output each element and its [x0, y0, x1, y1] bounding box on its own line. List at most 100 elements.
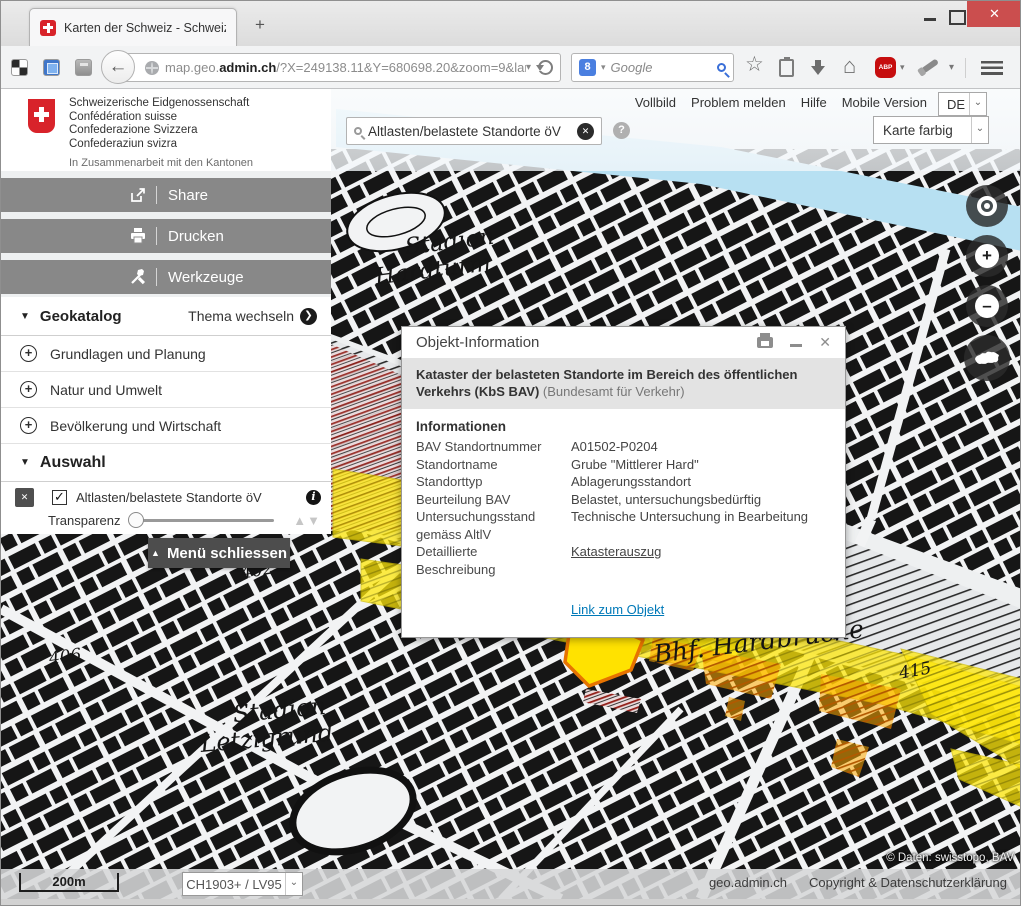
addon-icon-1[interactable] [11, 59, 28, 76]
addon-icon-3[interactable] [75, 59, 92, 76]
object-link[interactable]: Link zum Objekt [571, 602, 831, 617]
bookmark-star-icon[interactable] [745, 52, 764, 77]
minimize-button[interactable] [919, 7, 941, 25]
popup-section-title: Informationen [416, 419, 831, 434]
cooperation-note: In Zusammenarbeit mit den Kantonen [69, 157, 253, 169]
new-tab-button[interactable]: + [247, 12, 273, 38]
url-text: map.geo.admin.ch/?X=249138.11&Y=680698.2… [165, 60, 526, 75]
geokatalog-header[interactable]: Geokatalog Thema wechseln [1, 297, 331, 336]
swiss-flag-favicon [40, 20, 56, 36]
info-row: StandorttypAblagerungsstandort [416, 473, 831, 491]
link-vollbild[interactable]: Vollbild [635, 95, 676, 110]
sidebar-item-share[interactable]: Share [1, 178, 331, 212]
info-row: BAV StandortnummerA01502-P0204 [416, 438, 831, 456]
plus-icon: + [975, 244, 999, 268]
triangle-down-icon [20, 311, 30, 322]
sidebar-item-drucken[interactable]: Drucken [1, 219, 331, 253]
url-dropdown-icon[interactable]: ▾ [526, 62, 531, 73]
sidebar-item-werkzeuge[interactable]: Werkzeuge [1, 260, 331, 294]
geocatalog-panel: Geokatalog Thema wechseln Grundlagen und… [1, 297, 331, 534]
adblock-icon[interactable]: ABP [875, 57, 896, 78]
adblock-dropdown-icon[interactable] [900, 62, 905, 73]
map-style-select[interactable]: Karte farbig [873, 116, 989, 144]
reload-icon[interactable] [538, 60, 553, 75]
search-help-icon[interactable] [613, 122, 630, 139]
brand-panel: Schweizerische Eidgenossenschaft Confédé… [1, 89, 331, 171]
plugin-icon[interactable] [921, 58, 939, 73]
layer-label: Altlasten/belastete Standorte öV [76, 490, 262, 505]
clear-search-icon[interactable] [577, 123, 594, 140]
layer-info-icon[interactable] [306, 490, 321, 505]
toolbar-overflow-icon[interactable] [949, 62, 954, 73]
sidebar-item-label: Drucken [168, 228, 224, 245]
map-attribution: © Daten: swisstopo, BAV [886, 852, 1014, 864]
projection-select[interactable]: CH1903+ / LV95 [182, 872, 303, 896]
map-search-input[interactable] [368, 124, 571, 139]
zoom-in-button[interactable]: + [966, 235, 1008, 277]
back-button[interactable] [101, 50, 135, 84]
zoom-to-switzerland-button[interactable] [964, 335, 1010, 381]
transparency-slider[interactable] [131, 519, 274, 522]
toolbar-separator [965, 58, 966, 78]
tab-title: Karten der Schweiz - Schweize... [64, 21, 226, 35]
print-icon[interactable] [757, 337, 773, 348]
zoom-out-button[interactable]: – [966, 285, 1008, 327]
copyright-link[interactable]: Copyright & Datenschutzerklärung [809, 875, 1007, 890]
transparency-row: Transparenz [15, 513, 321, 528]
category-bevoelkerung[interactable]: Bevölkerung und Wirtschaft [1, 408, 331, 444]
browser-tab[interactable]: Karten der Schweiz - Schweize... [29, 8, 237, 46]
layer-row: Altlasten/belastete Standorte öV [15, 488, 321, 507]
navigation-toolbar: map.geo.admin.ch/?X=249138.11&Y=680698.2… [1, 46, 1020, 89]
menu-separator [156, 186, 157, 204]
remove-layer-button[interactable] [15, 488, 34, 507]
info-row: Beurteilung BAVBelastet, untersuchungsbe… [416, 491, 831, 509]
object-info-popup: Objekt-Information Kataster der belastet… [401, 326, 846, 638]
browser-window: Karten der Schweiz - Schweize... + map.g… [0, 0, 1021, 906]
addon-icon-2[interactable] [43, 59, 60, 76]
theme-switch-link[interactable]: Thema wechseln [188, 308, 317, 325]
header-links: Vollbild Problem melden Hilfe Mobile Ver… [635, 95, 927, 110]
map-status-bar: 200m CH1903+ / LV95 geo.admin.ch Copyrig… [1, 869, 1021, 899]
language-select[interactable]: DE [938, 92, 987, 116]
chevron-down-icon [969, 93, 986, 115]
category-natur[interactable]: Natur und Umwelt [1, 372, 331, 408]
layer-checkbox[interactable] [52, 490, 67, 505]
menu-hamburger-icon[interactable] [981, 61, 1003, 75]
active-layer-block: Altlasten/belastete Standorte öV Transpa… [1, 481, 331, 533]
minimize-popup-icon[interactable] [790, 344, 802, 347]
katasterauszug-link[interactable]: Katasterauszug [571, 543, 831, 578]
info-row: StandortnameGrube "Mittlerer Hard" [416, 456, 831, 474]
link-mobile-version[interactable]: Mobile Version [842, 95, 927, 110]
printer-icon [128, 227, 148, 245]
link-problem-melden[interactable]: Problem melden [691, 95, 786, 110]
close-window-button[interactable] [967, 1, 1021, 27]
search-engine-dropdown-icon[interactable]: ▾ [601, 62, 606, 73]
geolocate-button[interactable] [966, 185, 1008, 227]
transparency-label: Transparenz [48, 513, 121, 528]
triangle-down-icon [20, 457, 30, 468]
map-search-box[interactable] [346, 117, 602, 145]
category-grundlagen[interactable]: Grundlagen und Planung [1, 336, 331, 372]
maximize-button[interactable] [945, 7, 967, 25]
close-menu-button[interactable]: Menü schliessen [148, 538, 290, 568]
slider-handle[interactable] [128, 512, 144, 528]
search-engine-icon[interactable]: 8 [579, 59, 596, 76]
web-search-box[interactable]: 8 ▾ [571, 53, 734, 82]
search-magnifier-icon[interactable] [717, 63, 726, 72]
close-popup-icon[interactable] [819, 334, 831, 351]
triangle-up-icon [151, 548, 160, 558]
chevron-down-icon [285, 873, 302, 895]
url-bar[interactable]: map.geo.admin.ch/?X=249138.11&Y=680698.2… [118, 53, 561, 82]
page-content: Stadion Hardturm Bhf. Hardbrücke Stadion… [1, 89, 1021, 899]
site-link[interactable]: geo.admin.ch [709, 875, 787, 890]
chevron-down-icon [971, 117, 988, 143]
layer-reorder-icons[interactable] [293, 513, 321, 528]
link-hilfe[interactable]: Hilfe [801, 95, 827, 110]
bookmarks-panel-icon[interactable] [779, 59, 794, 77]
window-bottom-frame [1, 899, 1021, 906]
auswahl-header[interactable]: Auswahl [1, 444, 331, 481]
popup-title: Objekt-Information [416, 334, 539, 351]
web-search-input[interactable] [611, 60, 691, 75]
popup-title-bar[interactable]: Objekt-Information [402, 327, 845, 358]
home-icon[interactable] [843, 53, 856, 79]
